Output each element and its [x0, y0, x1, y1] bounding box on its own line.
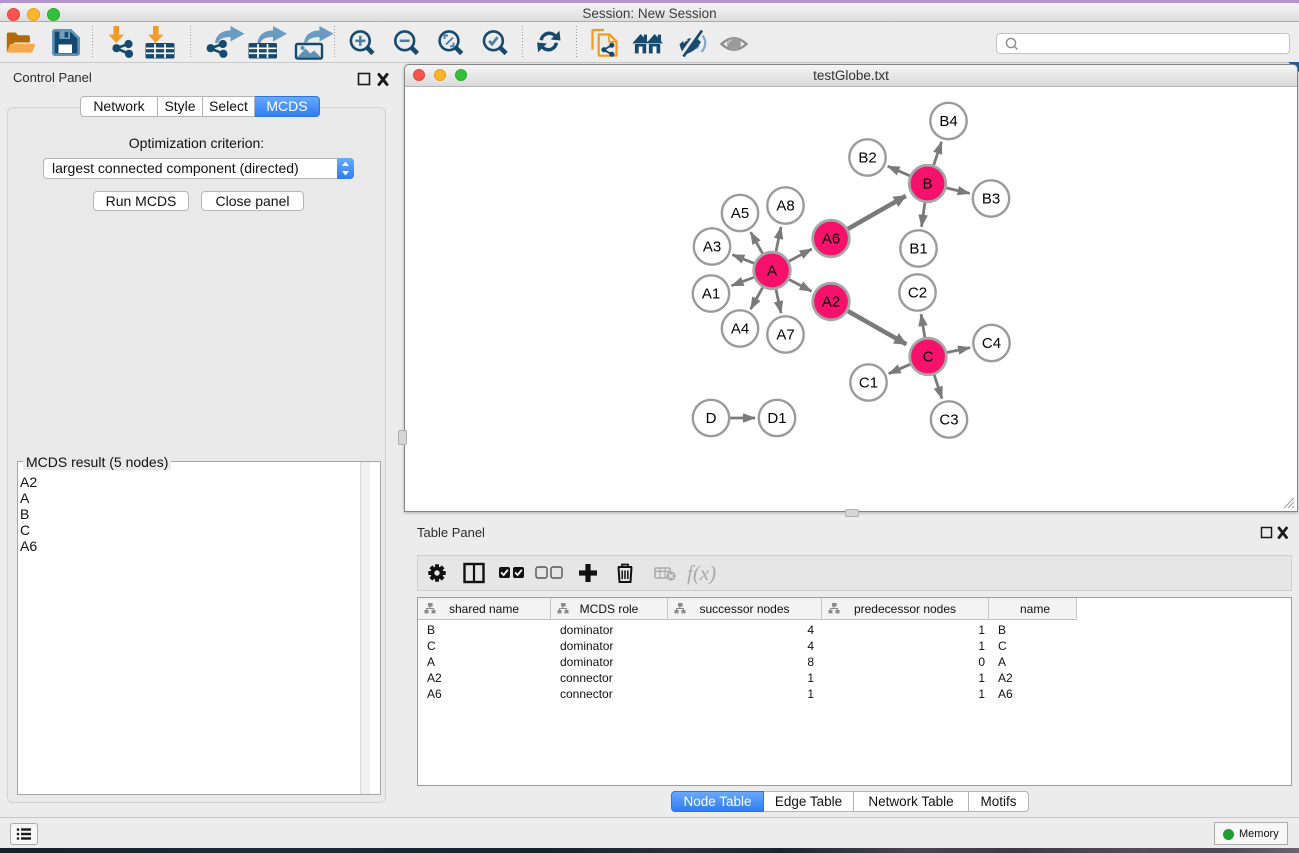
svg-text:f(x): f(x)	[687, 561, 716, 585]
svg-text:A: A	[767, 263, 777, 280]
svg-text:A2: A2	[822, 294, 840, 311]
svg-text:A4: A4	[731, 321, 749, 338]
svg-text:B4: B4	[939, 113, 957, 130]
svg-text:B1: B1	[909, 241, 927, 258]
svg-text:A6: A6	[822, 231, 840, 248]
svg-text:B2: B2	[858, 150, 876, 167]
svg-text:D1: D1	[767, 410, 786, 427]
svg-text:B3: B3	[982, 191, 1000, 208]
svg-text:A3: A3	[703, 239, 721, 256]
svg-text:A1: A1	[702, 286, 720, 303]
svg-text:C1: C1	[859, 375, 878, 392]
svg-text:C3: C3	[939, 412, 958, 429]
svg-text:C4: C4	[982, 335, 1001, 352]
svg-text:B: B	[922, 176, 932, 193]
svg-text:A7: A7	[776, 327, 794, 344]
svg-text:C2: C2	[908, 285, 927, 302]
svg-text:A5: A5	[731, 205, 749, 222]
svg-text:C: C	[923, 349, 934, 366]
svg-text:D: D	[706, 410, 717, 427]
svg-text:A8: A8	[776, 198, 794, 215]
